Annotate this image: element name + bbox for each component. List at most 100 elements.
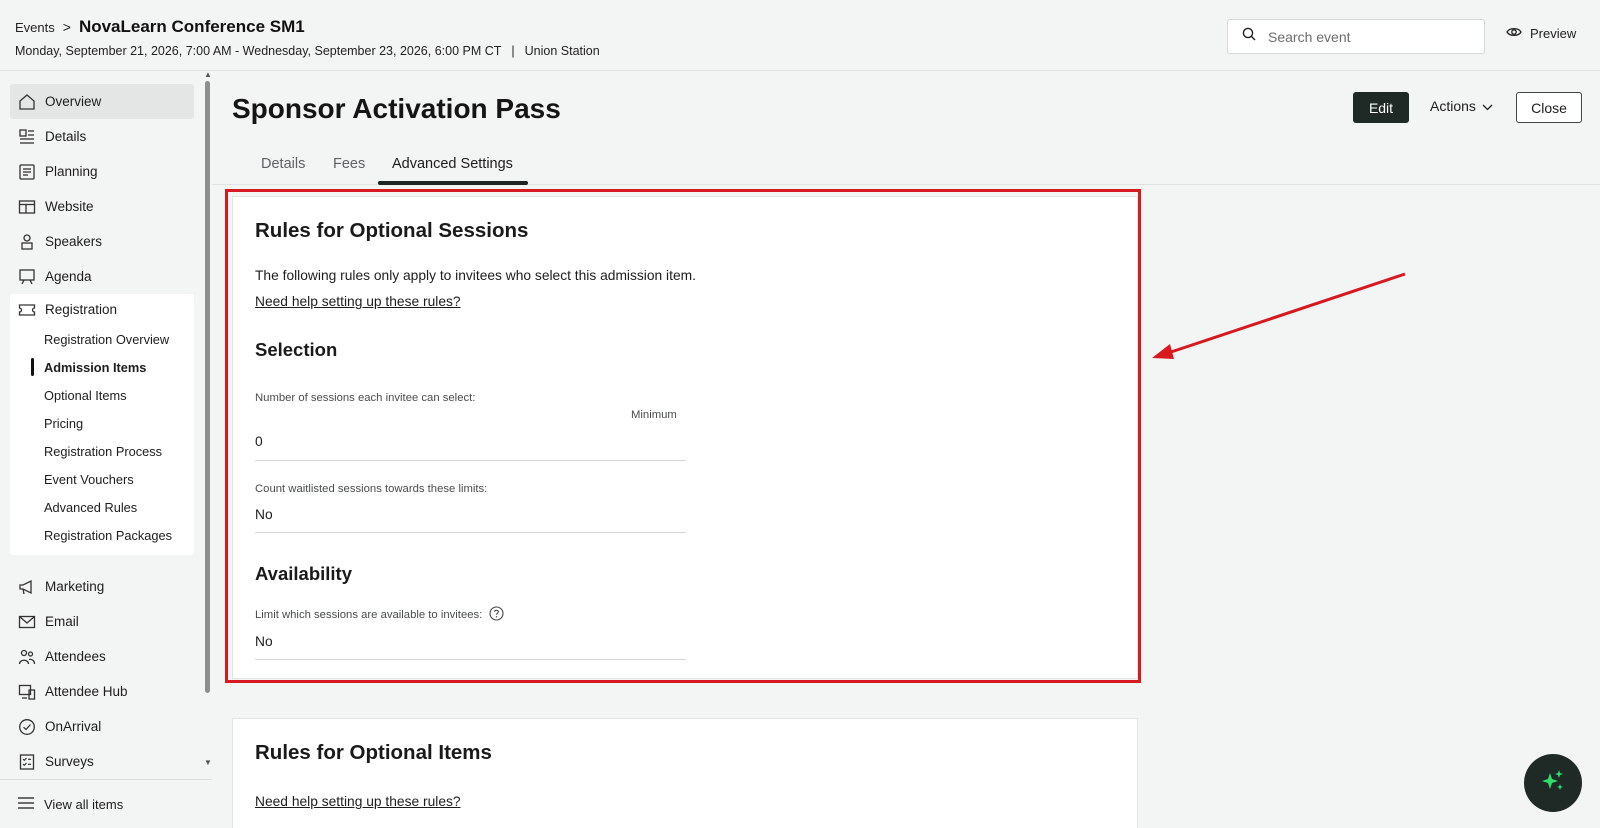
sidebar-item-attendees[interactable]: Attendees bbox=[10, 639, 194, 674]
limit-sessions-label-text: Limit which sessions are available to in… bbox=[255, 609, 483, 621]
sidebar-scrollbar[interactable]: ▲ ▼ bbox=[203, 70, 212, 771]
sidebar-item-label: Email bbox=[45, 614, 79, 629]
sessions-description: The following rules only apply to invite… bbox=[255, 268, 696, 283]
sidebar-item-agenda[interactable]: Agenda bbox=[10, 259, 194, 294]
sidebar-item-speakers[interactable]: Speakers bbox=[10, 224, 194, 259]
minimum-caption: Minimum bbox=[631, 409, 677, 421]
ticket-icon bbox=[18, 301, 36, 319]
help-circle-icon[interactable] bbox=[489, 606, 504, 624]
view-all-label: View all items bbox=[44, 796, 124, 812]
sidebar: Overview Details Planning Website Speake… bbox=[0, 70, 212, 828]
sidebar-subitem-admission-items[interactable]: Admission Items bbox=[10, 353, 194, 381]
tab-bar: Details Fees Advanced Settings bbox=[212, 148, 1600, 185]
sidebar-subitem-registration-process[interactable]: Registration Process bbox=[10, 437, 194, 465]
email-icon bbox=[18, 613, 36, 631]
event-dates: Monday, September 21, 2026, 7:00 AM - We… bbox=[15, 44, 502, 58]
actions-button[interactable]: Actions bbox=[1430, 98, 1493, 114]
sidebar-item-planning[interactable]: Planning bbox=[10, 154, 194, 189]
field-divider bbox=[255, 659, 686, 660]
chevron-down-icon bbox=[1482, 98, 1493, 114]
sidebar-item-onarrival[interactable]: OnArrival bbox=[10, 709, 194, 744]
sidebar-subitem-event-vouchers[interactable]: Event Vouchers bbox=[10, 465, 194, 493]
eye-icon bbox=[1506, 26, 1522, 41]
sidebar-item-label: Details bbox=[45, 129, 87, 144]
sidebar-item-label: Registration bbox=[45, 302, 118, 317]
view-all-items-button[interactable]: View all items bbox=[0, 779, 212, 828]
field-divider bbox=[255, 532, 686, 533]
sidebar-item-label: Overview bbox=[45, 94, 102, 109]
details-icon bbox=[18, 128, 36, 146]
breadcrumb: Events > NovaLearn Conference SM1 bbox=[15, 17, 305, 37]
sidebar-subitem-registration-packages[interactable]: Registration Packages bbox=[10, 521, 194, 549]
waitlist-value: No bbox=[255, 507, 273, 522]
sidebar-item-label: Marketing bbox=[45, 579, 105, 594]
event-title: NovaLearn Conference SM1 bbox=[78, 17, 305, 36]
items-help-link[interactable]: Need help setting up these rules? bbox=[255, 794, 461, 809]
top-bar: Events > NovaLearn Conference SM1 Monday… bbox=[0, 0, 1600, 71]
sidebar-item-overview[interactable]: Overview bbox=[10, 84, 194, 119]
search-box bbox=[1227, 19, 1485, 54]
main-content: Sponsor Activation Pass Edit Actions Clo… bbox=[212, 71, 1600, 828]
optional-sessions-title: Rules for Optional Sessions bbox=[255, 219, 529, 242]
sidebar-item-label: Surveys bbox=[45, 754, 94, 769]
sidebar-subitem-advanced-rules[interactable]: Advanced Rules bbox=[10, 493, 194, 521]
ai-assistant-button[interactable] bbox=[1524, 754, 1582, 812]
search-input[interactable] bbox=[1268, 28, 1468, 45]
menu-icon bbox=[18, 796, 34, 813]
sidebar-item-surveys[interactable]: Surveys bbox=[10, 744, 194, 779]
sidebar-item-label: Agenda bbox=[45, 269, 92, 284]
sidebar-item-label: Attendee Hub bbox=[45, 684, 128, 699]
optional-items-rules-card: Rules for Optional Items Need help setti… bbox=[232, 718, 1138, 828]
selection-heading: Selection bbox=[255, 339, 338, 360]
actions-label: Actions bbox=[1430, 98, 1476, 114]
event-subtitle-divider: | bbox=[511, 44, 515, 58]
breadcrumb-chevron-icon: > bbox=[62, 19, 71, 35]
breadcrumb-events-link[interactable]: Events bbox=[15, 20, 55, 35]
availability-heading: Availability bbox=[255, 563, 352, 584]
tab-details[interactable]: Details bbox=[261, 156, 305, 172]
search-icon bbox=[1242, 27, 1256, 46]
attendee-hub-icon bbox=[18, 683, 36, 701]
active-tab-indicator bbox=[378, 181, 528, 185]
agenda-icon bbox=[18, 268, 36, 286]
sparkle-icon bbox=[1539, 767, 1567, 800]
sidebar-item-label: Website bbox=[45, 199, 94, 214]
sidebar-subitem-pricing[interactable]: Pricing bbox=[10, 409, 194, 437]
sidebar-nav: Overview Details Planning Website Speake… bbox=[10, 84, 194, 779]
check-circle-icon bbox=[18, 718, 36, 736]
sessions-help-link[interactable]: Need help setting up these rules? bbox=[255, 294, 461, 309]
sidebar-subitem-registration-overview[interactable]: Registration Overview bbox=[10, 325, 194, 353]
scroll-up-arrow-icon[interactable]: ▲ bbox=[204, 70, 212, 79]
scroll-down-arrow-icon[interactable]: ▼ bbox=[204, 758, 212, 767]
event-subtitle: Monday, September 21, 2026, 7:00 AM - We… bbox=[15, 44, 600, 58]
edit-button[interactable]: Edit bbox=[1353, 92, 1409, 123]
tab-fees[interactable]: Fees bbox=[333, 156, 365, 172]
num-sessions-label: Number of sessions each invitee can sele… bbox=[255, 392, 476, 404]
sidebar-item-email[interactable]: Email bbox=[10, 604, 194, 639]
scroll-thumb[interactable] bbox=[205, 81, 210, 693]
sidebar-item-label: OnArrival bbox=[45, 719, 102, 734]
surveys-icon bbox=[18, 753, 36, 771]
sidebar-item-details[interactable]: Details bbox=[10, 119, 194, 154]
sidebar-item-label: Speakers bbox=[45, 234, 103, 249]
page-title: Sponsor Activation Pass bbox=[232, 93, 561, 124]
sidebar-item-label: Planning bbox=[45, 164, 98, 179]
preview-button[interactable]: Preview bbox=[1506, 26, 1576, 41]
limit-sessions-value: No bbox=[255, 634, 273, 649]
field-divider bbox=[255, 460, 686, 461]
sidebar-item-registration[interactable]: Registration bbox=[10, 294, 194, 325]
limit-sessions-label: Limit which sessions are available to in… bbox=[255, 606, 504, 624]
sidebar-subitem-optional-items[interactable]: Optional Items bbox=[10, 381, 194, 409]
sidebar-item-attendee-hub[interactable]: Attendee Hub bbox=[10, 674, 194, 709]
website-icon bbox=[18, 198, 36, 216]
minimum-value: 0 bbox=[255, 434, 263, 449]
preview-label: Preview bbox=[1530, 26, 1577, 41]
close-button[interactable]: Close bbox=[1516, 92, 1582, 123]
sidebar-item-marketing[interactable]: Marketing bbox=[10, 569, 194, 604]
sidebar-item-label: Attendees bbox=[45, 649, 106, 664]
planning-icon bbox=[18, 163, 36, 181]
home-icon bbox=[18, 93, 36, 111]
tab-advanced-settings[interactable]: Advanced Settings bbox=[392, 156, 513, 172]
megaphone-icon bbox=[18, 578, 36, 596]
sidebar-item-website[interactable]: Website bbox=[10, 189, 194, 224]
